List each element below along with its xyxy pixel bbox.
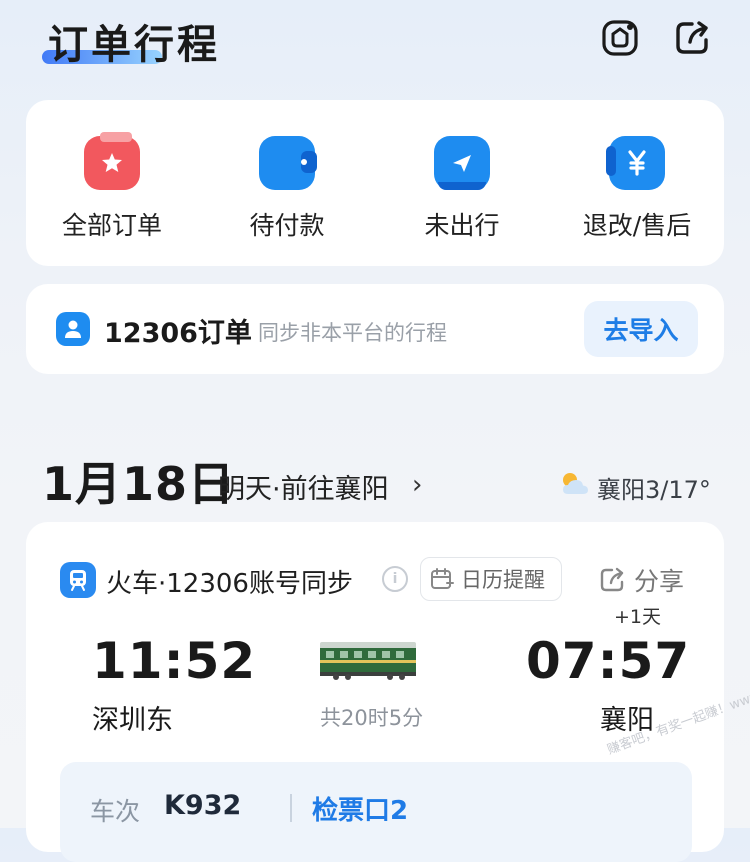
- train-number: K932: [164, 790, 242, 821]
- trip-date: 1月18日: [42, 457, 236, 511]
- all-orders-icon: [84, 132, 140, 190]
- refund-aftersale-label: 退改/售后: [582, 211, 692, 240]
- page-title: 订单行程: [48, 22, 220, 68]
- quick-actions-card: 全部订单 待付款 未出行 退改/售后: [26, 100, 724, 266]
- trip-date-desc[interactable]: 明天·前往襄阳: [218, 467, 389, 506]
- calendar-reminder-label: 日历提醒: [461, 568, 545, 592]
- import-12306-card: 12306订单 同步非本平台的行程 去导入: [26, 284, 724, 374]
- divider: [290, 794, 292, 822]
- pending-payment-button[interactable]: 待付款: [202, 136, 372, 242]
- wallet-icon: [259, 136, 317, 190]
- plus-day-badge: +1天: [614, 606, 662, 628]
- share-icon: [600, 567, 624, 592]
- refund-aftersale-button[interactable]: 退改/售后: [552, 136, 722, 242]
- info-icon[interactable]: i: [382, 566, 408, 592]
- pending-payment-label: 待付款: [249, 211, 325, 240]
- service-icon[interactable]: [598, 16, 642, 60]
- ticket-gate: 检票口2: [312, 796, 409, 826]
- train-car-image: [320, 634, 420, 682]
- trip-type-title: 火车·12306账号同步: [106, 569, 353, 599]
- refund-yuan-icon: [606, 136, 665, 190]
- arrival-time: 07:57: [526, 632, 691, 690]
- user-avatar-icon: [56, 312, 90, 346]
- share-label: 分享: [634, 567, 685, 596]
- departure-time: 11:52: [92, 632, 257, 690]
- partly-cloudy-icon: [560, 470, 590, 498]
- import-12306-title: 12306订单: [104, 318, 252, 349]
- all-orders-button[interactable]: 全部订单: [27, 132, 197, 242]
- import-12306-subtitle: 同步非本平台的行程: [258, 321, 447, 345]
- train-number-label: 车次: [90, 797, 141, 826]
- go-import-button[interactable]: 去导入: [584, 301, 698, 357]
- paper-plane-icon: [434, 136, 490, 190]
- train-detail-box: 车次 K932 检票口2: [60, 762, 692, 862]
- calendar-icon: [431, 568, 454, 589]
- not-traveled-label: 未出行: [424, 211, 500, 240]
- weather-text: 襄阳3/17°: [597, 476, 711, 504]
- all-orders-label: 全部订单: [61, 211, 162, 240]
- not-traveled-button[interactable]: 未出行: [377, 136, 547, 242]
- chevron-right-icon[interactable]: ›: [412, 470, 422, 500]
- trip-duration: 共20时5分: [320, 706, 424, 730]
- train-icon: [60, 562, 96, 598]
- share-export-icon[interactable]: [670, 16, 714, 60]
- calendar-reminder-button[interactable]: 日历提醒: [420, 557, 562, 601]
- share-button[interactable]: 分享: [598, 562, 684, 598]
- trip-card[interactable]: 火车·12306账号同步 i 日历提醒 分享 +1天 11:52 07:57 深…: [26, 522, 724, 862]
- departure-station: 深圳东: [92, 705, 173, 736]
